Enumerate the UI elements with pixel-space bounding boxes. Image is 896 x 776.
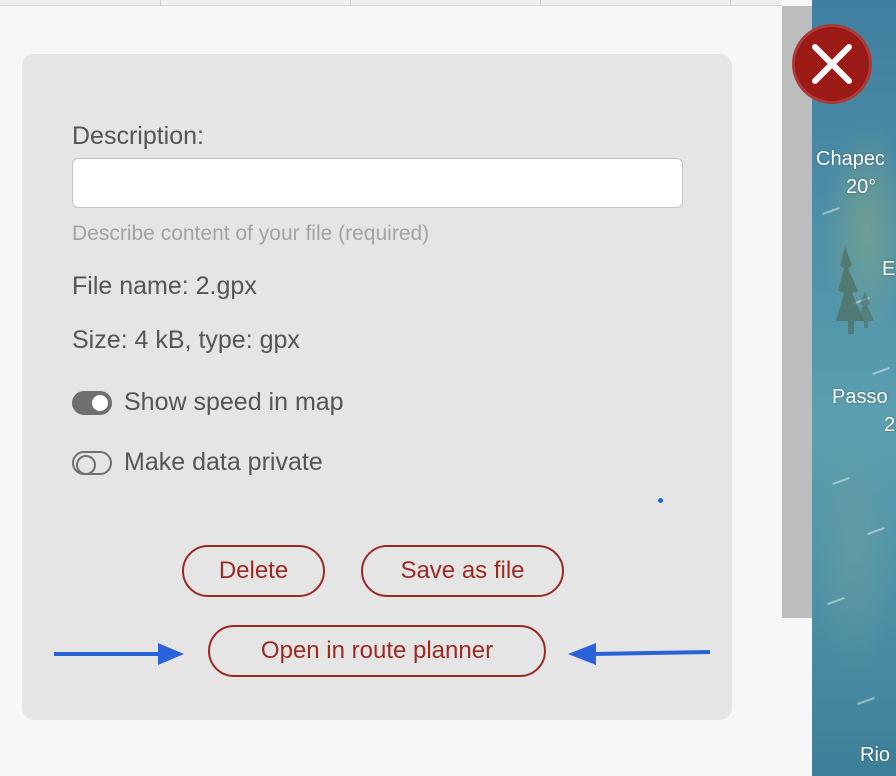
top-tab-strip — [0, 0, 782, 6]
map-place-label: Chapec — [816, 148, 885, 170]
tab-divider — [730, 0, 731, 6]
description-hint: Describe content of your file (required) — [72, 222, 430, 245]
map-temperature-label: 20° — [846, 176, 877, 198]
close-x-icon — [812, 44, 852, 84]
map-terrain-shade — [812, 420, 896, 680]
delete-button[interactable]: Delete — [182, 545, 325, 597]
make-private-label: Make data private — [124, 448, 323, 476]
tab-divider — [350, 0, 351, 6]
tab-divider — [160, 0, 161, 6]
tab-divider — [540, 0, 541, 6]
file-name-text: File name: 2.gpx — [72, 272, 257, 300]
side-scrollbar[interactable] — [782, 6, 812, 618]
arrow-left-icon — [568, 643, 711, 665]
close-button[interactable] — [792, 24, 872, 104]
forest-icon — [836, 246, 874, 334]
wind-streak — [857, 696, 875, 706]
indicator-dot — [658, 498, 663, 503]
make-private-toggle-row[interactable]: Make data private — [72, 448, 323, 477]
show-speed-label: Show speed in map — [124, 388, 344, 416]
file-details-card: Description: Describe content of your fi… — [22, 54, 732, 720]
map-view[interactable]: Chapec 20° E Passo 2 Rio — [812, 0, 896, 776]
description-input[interactable] — [72, 158, 683, 208]
show-speed-toggle[interactable] — [72, 390, 112, 415]
description-label: Description: — [72, 122, 204, 150]
map-place-label: Rio — [860, 744, 891, 766]
save-as-file-button[interactable]: Save as file — [361, 545, 564, 597]
wind-streak — [872, 366, 890, 376]
map-temperature-label: 2 — [884, 414, 896, 436]
file-size-type-text: Size: 4 kB, type: gpx — [72, 326, 300, 354]
make-private-toggle[interactable] — [72, 450, 112, 475]
map-place-label: Passo — [832, 386, 888, 408]
arrow-right-icon — [54, 643, 184, 665]
map-place-label: E — [882, 258, 896, 280]
open-route-planner-button[interactable]: Open in route planner — [208, 625, 546, 677]
show-speed-toggle-row[interactable]: Show speed in map — [72, 388, 344, 417]
